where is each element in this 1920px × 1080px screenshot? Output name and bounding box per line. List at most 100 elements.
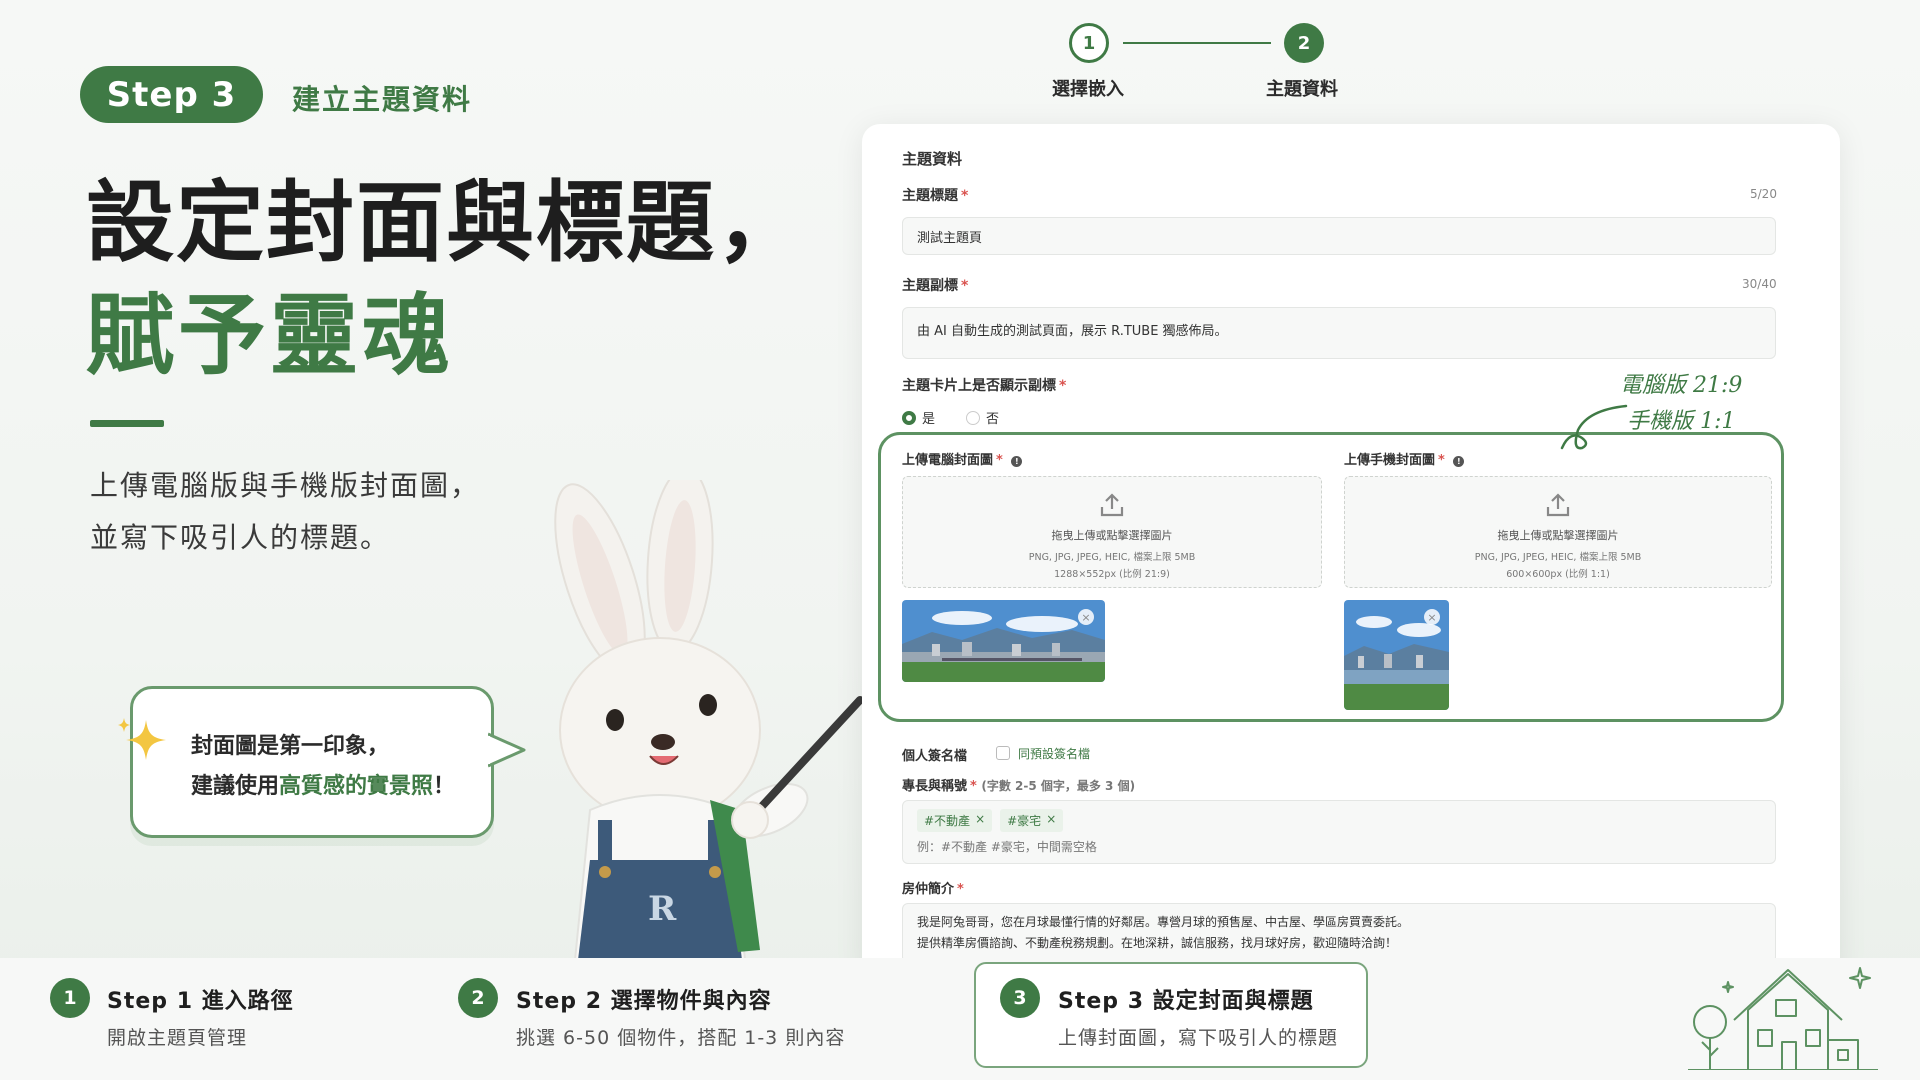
info-icon[interactable]: !: [1453, 456, 1465, 467]
tip-line1: 封面圖是第一印象，: [191, 734, 390, 759]
subtitle-field-label: 主題副標 *: [902, 275, 968, 295]
upload-formats: PNG, JPG, JPEG, HEIC, 檔案上限 5MB: [1028, 552, 1196, 563]
info-icon[interactable]: !: [1011, 456, 1023, 467]
mobile-cover-text: 上傳手機封面圖: [1344, 453, 1436, 468]
mobile-cover-label: 上傳手機封面圖 * !: [1344, 449, 1465, 468]
radio-no[interactable]: 否: [966, 408, 999, 427]
radio-yes[interactable]: 是: [902, 408, 935, 427]
rabbit-mascot-illustration: R: [554, 480, 864, 960]
tag-list: #不動產 × #豪宅 ×: [917, 809, 1064, 832]
mobile-cover-dropzone[interactable]: 拖曳上傳或點擊選擇圖片 PNG, JPG, JPEG, HEIC, 檔案上限 5…: [1344, 476, 1772, 588]
remove-mobile-cover-icon[interactable]: ×: [1424, 609, 1440, 625]
stepper-label-2: 主題資料: [1266, 79, 1338, 100]
tip-suffix: ！: [433, 774, 456, 799]
ratio-note-desktop: 電腦版 21:9: [1620, 373, 1743, 398]
sparkle-icon: [118, 718, 166, 760]
specialty-placeholder: 例：#不動產 #豪宅，中間需空格: [917, 840, 1097, 854]
desktop-cover-image: [902, 600, 1105, 682]
tag-text: #不動產: [924, 814, 971, 828]
upload-icon: [1100, 493, 1124, 517]
tag-text: #豪宅: [1007, 814, 1042, 828]
tip-bubble: 封面圖是第一印象， 建議使用高質感的實景照！: [130, 686, 494, 838]
radio-no-label: 否: [986, 412, 1000, 427]
specialty-label-text: 專長與稱號: [902, 779, 968, 794]
subtitle-char-counter: 30/40: [1742, 277, 1777, 291]
desktop-cover-dropzone[interactable]: 拖曳上傳或點擊選擇圖片 PNG, JPG, JPEG, HEIC, 檔案上限 5…: [902, 476, 1322, 588]
tip-highlight: 高質感的實景照: [279, 774, 434, 799]
bio-label-text: 房仲簡介: [902, 882, 955, 897]
bottom-step-2-title[interactable]: Step 2 選擇物件與內容: [516, 983, 772, 1015]
required-mark: *: [1438, 453, 1445, 468]
radio-yes-label: 是: [922, 412, 936, 427]
radio-selected-indicator[interactable]: [902, 410, 916, 425]
stepper-connector: [1123, 42, 1271, 44]
tag-chip[interactable]: #豪宅 ×: [1000, 809, 1064, 832]
step-subtitle: 建立主題資料: [292, 83, 473, 116]
desktop-cover-text: 上傳電腦封面圖: [902, 453, 994, 468]
signature-label: 個人簽名檔: [902, 749, 968, 764]
upload-instruction: 拖曳上傳或點擊選擇圖片: [1497, 529, 1619, 542]
required-mark: *: [961, 188, 969, 204]
upload-instruction: 拖曳上傳或點擊選擇圖片: [1051, 529, 1173, 542]
desktop-cover-label: 上傳電腦封面圖 * !: [902, 449, 1023, 468]
desktop-cover-thumbnail: [902, 600, 1105, 682]
remove-desktop-cover-icon[interactable]: ×: [1078, 609, 1094, 625]
signature-checkbox[interactable]: [996, 746, 1010, 760]
tag-remove-icon[interactable]: ×: [975, 812, 985, 829]
ratio-annotation: 電腦版 21:9 手機版 1:1: [1620, 368, 1742, 440]
step-badge: Step 3: [80, 66, 263, 123]
tip-line2: 建議使用高質感的實景照！: [191, 767, 491, 807]
bio-line-1: 我是阿兔哥哥，您在月球最懂行情的好鄰居。專營月球的預售屋、中古屋、學區房買賣委託…: [917, 915, 1410, 929]
hero-desc-line1: 上傳電腦版與手機版封面圖，: [90, 469, 481, 502]
required-mark: *: [961, 278, 969, 294]
hero-title-line1: 設定封面與標題，: [86, 171, 807, 274]
hero-desc-line2: 並寫下吸引人的標題。: [90, 521, 391, 554]
bottom-step-bar: [0, 958, 1920, 1080]
upload-size-desktop: 1288×552px (比例 21:9): [1054, 569, 1170, 580]
signature-checkbox-label[interactable]: 同預設簽名檔: [1018, 745, 1090, 762]
specialty-tag-input[interactable]: #不動產 × #豪宅 × 例：#不動產 #豪宅，中間需空格: [902, 800, 1776, 864]
tag-remove-icon[interactable]: ×: [1046, 812, 1056, 829]
stepper-label-1: 選擇嵌入: [1052, 79, 1124, 100]
bottom-step-2-number[interactable]: 2: [458, 978, 498, 1018]
ratio-note-mobile: 手機版 1:1: [1627, 409, 1736, 434]
title-input[interactable]: 測試主題頁: [902, 217, 1776, 255]
house-line-illustration: [1688, 967, 1878, 1070]
bottom-step-1-number[interactable]: 1: [50, 978, 90, 1018]
tag-chip[interactable]: #不動產 ×: [917, 809, 993, 832]
subtitle-label-text: 主題副標: [902, 278, 958, 294]
bottom-step-3-number[interactable]: 3: [1000, 978, 1040, 1018]
hero-title-line2: 賦予靈魂: [86, 284, 455, 387]
upload-icon: [1546, 493, 1570, 517]
hero-divider: [90, 420, 164, 427]
hero-description: 上傳電腦版與手機版封面圖， 並寫下吸引人的標題。: [90, 460, 480, 564]
bio-textarea[interactable]: 我是阿兔哥哥，您在月球最懂行情的好鄰居。專營月球的預售屋、中古屋、學區房買賣委託…: [902, 903, 1776, 963]
bottom-step-2-sub: 挑選 6-50 個物件，搭配 1-3 則內容: [516, 1027, 846, 1049]
bottom-step-3-title[interactable]: Step 3 設定封面與標題: [1058, 983, 1314, 1015]
required-mark: *: [1059, 378, 1067, 394]
active-step-highlight: [974, 962, 1368, 1068]
show-subtitle-label: 主題卡片上是否顯示副標 *: [902, 375, 1066, 395]
show-subtitle-text: 主題卡片上是否顯示副標: [902, 378, 1056, 394]
title-char-counter: 5/20: [1750, 187, 1777, 201]
subtitle-textarea[interactable]: 由 AI 自動生成的測試頁面，展示 R.TUBE 獨感佈局。: [902, 307, 1776, 359]
specialty-hint: (字數 2-5 個字，最多 3 個): [981, 779, 1136, 793]
bottom-step-1-sub: 開啟主題頁管理: [107, 1027, 248, 1049]
stepper-step-2[interactable]: 2: [1284, 23, 1324, 63]
upload-size-mobile: 600×600px (比例 1:1): [1506, 569, 1610, 580]
required-mark: *: [957, 882, 964, 897]
svg-text:R: R: [648, 889, 677, 929]
required-mark: *: [970, 779, 977, 794]
stepper-step-1[interactable]: 1: [1069, 23, 1109, 63]
required-mark: *: [996, 453, 1003, 468]
specialty-label: 專長與稱號 * (字數 2-5 個字，最多 3 個): [902, 775, 1135, 794]
radio-unselected-indicator[interactable]: [966, 410, 980, 425]
tip-prefix: 建議使用: [191, 774, 280, 799]
title-field-label: 主題標題 *: [902, 185, 968, 205]
title-label-text: 主題標題: [902, 188, 958, 204]
bio-line-2: 提供精準房價諮詢、不動產稅務規劃。在地深耕，誠信服務，找月球好房，歡迎隨時洽詢！: [917, 936, 1398, 950]
bottom-step-3-sub: 上傳封面圖，寫下吸引人的標題: [1058, 1027, 1339, 1049]
form-section-title: 主題資料: [902, 150, 963, 168]
bottom-step-1-title[interactable]: Step 1 進入路徑: [107, 983, 294, 1015]
upload-formats: PNG, JPG, JPEG, HEIC, 檔案上限 5MB: [1474, 552, 1642, 563]
